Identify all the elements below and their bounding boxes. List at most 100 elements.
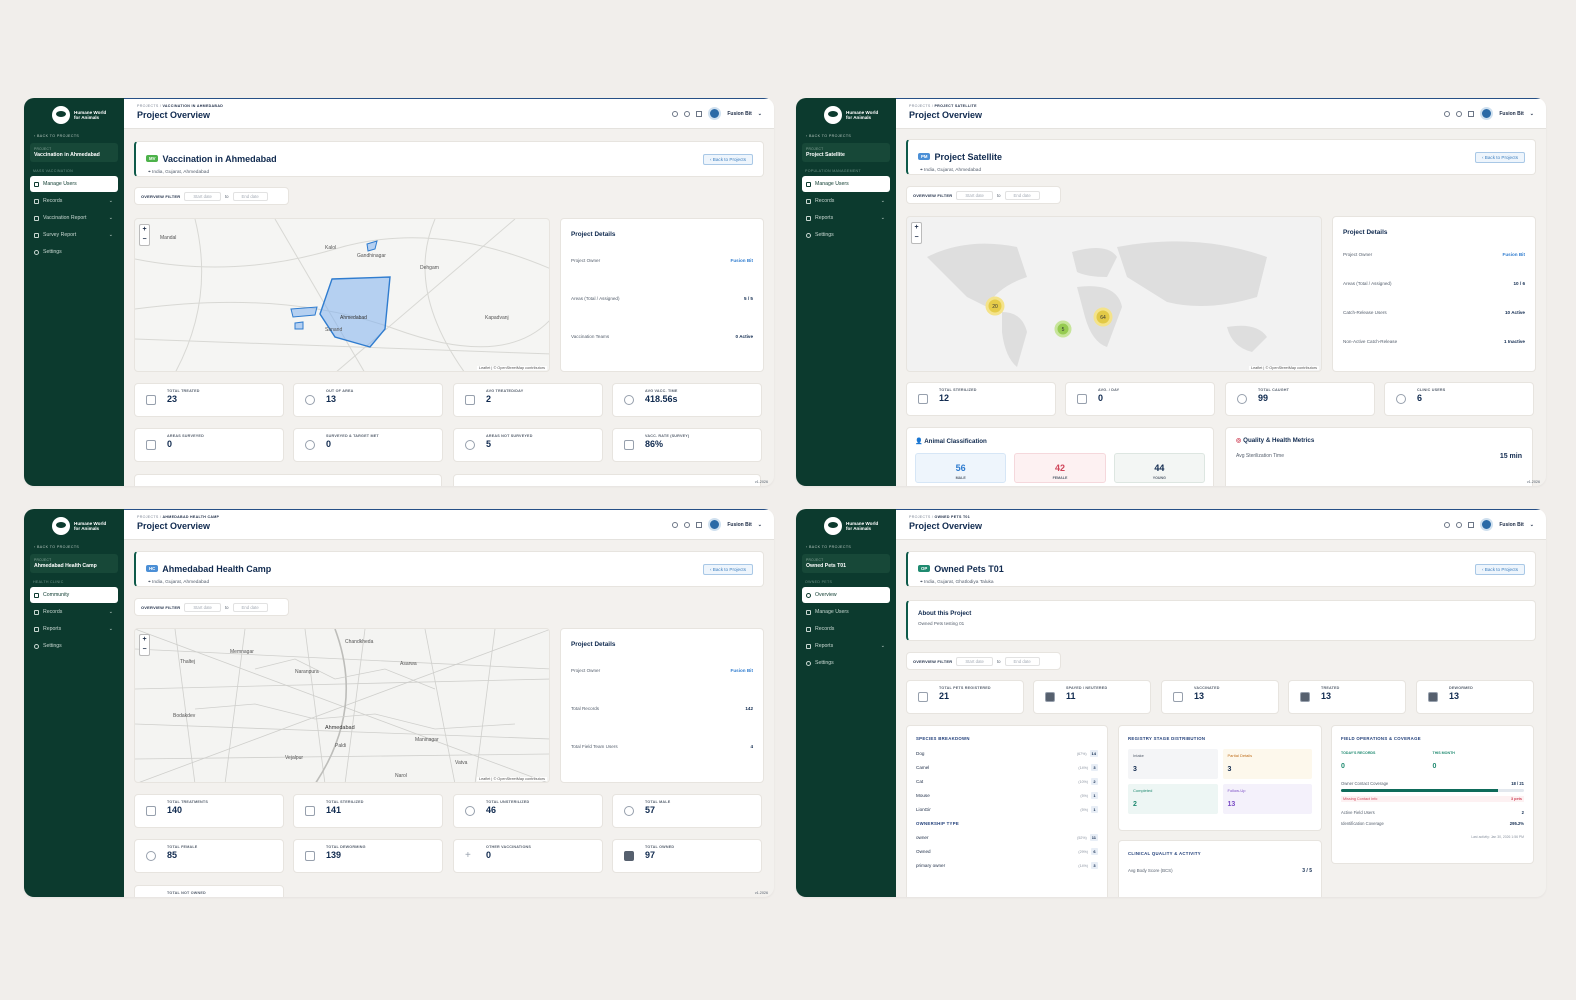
bell-icon[interactable] [672, 110, 679, 117]
sidebar-item-records[interactable]: Records ⌄ [30, 193, 118, 209]
sidebar-item-settings[interactable]: Settings [30, 638, 118, 654]
end-date-input[interactable]: End date [1004, 190, 1040, 200]
bell-icon[interactable] [1444, 110, 1451, 117]
sidebar-item-manage-users[interactable]: Manage Users [802, 604, 890, 620]
back-to-projects-link[interactable]: ‹ BACK TO PROJECTS [34, 134, 118, 138]
nav-section-label: HEALTH CLINIC [33, 580, 64, 584]
user-name[interactable]: Fusion Bit [1499, 522, 1523, 528]
chevron-down-icon[interactable]: ⌄ [1530, 522, 1534, 528]
chart-icon [1077, 394, 1087, 404]
back-to-projects-link[interactable]: ‹ BACK TO PROJECTS [806, 134, 890, 138]
user-name[interactable]: Fusion Bit [1499, 111, 1523, 117]
project-map[interactable]: Chandkheda Memnagar Asarwa Thaltej Naran… [134, 628, 550, 783]
records-icon [806, 626, 811, 632]
current-project-card: PROJECT Ahmedabad Health Camp [30, 554, 118, 573]
flag-icon[interactable] [696, 110, 703, 117]
sidebar-item-vaccination-report[interactable]: Vaccination Report ⌄ [30, 210, 118, 226]
back-to-projects-link[interactable]: ‹ BACK TO PROJECTS [34, 545, 118, 549]
back-to-projects-button[interactable]: ‹ Back to Projects [1474, 152, 1525, 163]
gear-icon [34, 643, 39, 649]
sidebar-item-reports[interactable]: Reports ⌄ [802, 638, 890, 654]
start-date-input[interactable]: Start date [184, 191, 221, 201]
sidebar-item-settings[interactable]: Settings [30, 244, 118, 260]
survey-icon [34, 232, 39, 238]
map-attribution[interactable]: Leaflet | © OpenStreetMap contributors [1248, 366, 1319, 370]
sidebar: Humane World for Animals ‹ BACK TO PROJE… [796, 98, 896, 486]
page-title: Project Overview [909, 521, 983, 531]
bell-icon[interactable] [1444, 521, 1451, 528]
sidebar-item-manage-users[interactable]: Manage Users [30, 176, 118, 192]
animal-classification-card: 👤 Animal Classification 56 MALE 42 FEMALE … [906, 427, 1214, 486]
sidebar-item-survey-report[interactable]: Survey Report ⌄ [30, 227, 118, 243]
start-date-input[interactable]: Start date [956, 190, 993, 200]
project-type-badge: MV [146, 155, 159, 163]
project-header-card: HC Ahmedabad Health Camp ⌖ India, Gujarat… [134, 551, 764, 587]
end-date-input[interactable]: End date [232, 191, 268, 201]
header-actions: Fusion Bit ⌄ [1444, 107, 1534, 120]
map-zoom-control[interactable]: + − [139, 224, 150, 246]
flag-icon[interactable] [1468, 110, 1475, 117]
avatar[interactable] [708, 518, 722, 531]
sidebar-item-overview[interactable]: Overview [802, 587, 890, 603]
back-to-projects-button[interactable]: ‹ Back to Projects [1474, 564, 1525, 575]
logo: Humane World for Animals [52, 517, 118, 535]
sidebar-item-reports[interactable]: Reports ⌄ [30, 621, 118, 637]
sidebar-item-manage-users[interactable]: Manage Users [802, 176, 890, 192]
stat-card-total-pets: TOTAL PETS REGISTERED 21 [906, 680, 1024, 714]
sidebar-item-reports[interactable]: Reports ⌄ [802, 210, 890, 226]
cluster-count: 20 [992, 304, 998, 310]
project-details-card: Project Details Project Owner Fusion Bit … [1332, 216, 1536, 372]
back-to-projects-button[interactable]: ‹ Back to Projects [702, 154, 753, 165]
stat-card-areas-surveyed: AREAS SURVEYED 0 [134, 428, 284, 462]
help-icon[interactable] [1456, 521, 1463, 528]
start-date-input[interactable]: Start date [184, 602, 221, 612]
chevron-down-icon: ⌄ [880, 643, 885, 649]
bell-icon[interactable] [672, 521, 679, 528]
page-title: Project Overview [137, 110, 211, 120]
user-icon [1396, 394, 1406, 404]
avatar[interactable] [708, 107, 722, 120]
map-attribution[interactable]: Leaflet | © OpenStreetMap contributors [476, 366, 547, 370]
start-date-input[interactable]: Start date [956, 656, 993, 666]
sidebar-item-community[interactable]: Community [30, 587, 118, 603]
avatar[interactable] [1480, 518, 1494, 531]
map-label: Kalol [325, 245, 336, 251]
page-title: Project Overview [137, 521, 211, 531]
project-map[interactable]: Kalol Gandhinagar Ahmedabad Sanand Manda… [134, 218, 550, 372]
project-header-card: OP Owned Pets T01 ⌖ India, Gujarat, Ghatl… [906, 551, 1536, 587]
chevron-down-icon[interactable]: ⌄ [758, 111, 762, 117]
heart-icon: ◎ [1236, 437, 1242, 444]
back-to-projects-button[interactable]: ‹ Back to Projects [702, 564, 753, 575]
help-icon[interactable] [684, 110, 691, 117]
user-name[interactable]: Fusion Bit [727, 111, 751, 117]
map-label: Vatva [455, 760, 468, 766]
avatar[interactable] [1480, 107, 1494, 120]
end-date-input[interactable]: End date [1004, 656, 1040, 666]
help-icon[interactable] [684, 521, 691, 528]
map-attribution[interactable]: Leaflet | © OpenStreetMap contributors [476, 777, 547, 781]
sidebar-item-records[interactable]: Records [802, 621, 890, 637]
sidebar-item-records[interactable]: Records ⌄ [30, 604, 118, 620]
stat-card-not-surveyed: AREAS NOT SURVEYED 5 [453, 428, 603, 462]
help-icon[interactable] [1456, 110, 1463, 117]
back-to-projects-link[interactable]: ‹ BACK TO PROJECTS [806, 545, 890, 549]
animal-counts: 56 MALE 42 FEMALE 44 YOUNG [915, 453, 1205, 483]
plus-icon: + [465, 850, 471, 861]
flag-icon[interactable] [1468, 521, 1475, 528]
chevron-down-icon[interactable]: ⌄ [758, 522, 762, 528]
chevron-down-icon[interactable]: ⌄ [1530, 111, 1534, 117]
last-activity: Last activity: Jan 30, 2026 1:56 PM [1471, 835, 1524, 839]
flag-icon[interactable] [696, 521, 703, 528]
project-details-card: Project Details Project Owner Fusion Bit … [560, 628, 764, 783]
sidebar-item-settings[interactable]: Settings [802, 227, 890, 243]
end-date-input[interactable]: End date [232, 602, 268, 612]
project-map[interactable]: 20 5 64 + − Leaflet | © OpenStreetMap con… [906, 216, 1322, 372]
map-zoom-control[interactable]: + − [911, 222, 922, 244]
sidebar-item-settings[interactable]: Settings [802, 655, 890, 671]
nav-section-label: MASS VACCINATION [33, 169, 74, 173]
map-zoom-control[interactable]: + − [139, 634, 150, 656]
detail-row: Catch-Release Users 10 Active [1343, 310, 1525, 315]
user-name[interactable]: Fusion Bit [727, 522, 751, 528]
sidebar-item-records[interactable]: Records ⌄ [802, 193, 890, 209]
version-label: v1.2026 [754, 480, 768, 484]
